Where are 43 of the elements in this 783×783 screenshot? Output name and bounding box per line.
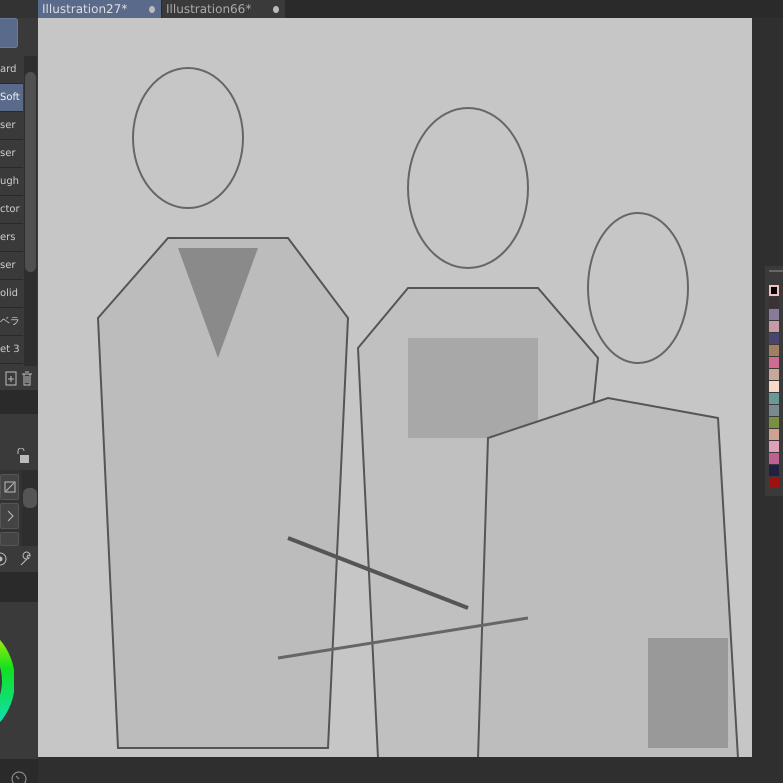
add-icon[interactable] <box>5 370 17 386</box>
brush-item[interactable]: ser <box>0 140 23 168</box>
brush-item[interactable]: et 3 <box>0 336 23 364</box>
lock-icon[interactable] <box>16 448 30 464</box>
panel-separator <box>0 390 38 414</box>
unsaved-dot-icon <box>273 6 279 12</box>
scrollbar[interactable] <box>22 470 38 546</box>
brush-item[interactable]: ers <box>0 224 23 252</box>
color-swatch[interactable] <box>769 464 779 476</box>
scrollbar[interactable] <box>24 56 37 366</box>
color-swatch[interactable] <box>769 308 779 320</box>
color-swatch[interactable] <box>769 476 779 488</box>
slash-icon <box>4 481 16 493</box>
color-swatch[interactable] <box>769 440 779 452</box>
color-swatch[interactable] <box>769 356 779 368</box>
color-swatch[interactable] <box>769 392 779 404</box>
trash-icon[interactable] <box>20 370 34 386</box>
tool-button[interactable] <box>0 474 19 500</box>
brush-item[interactable]: ser <box>0 252 23 280</box>
color-swatch[interactable] <box>769 332 779 344</box>
brush-item[interactable]: olid <box>0 280 23 308</box>
brush-item[interactable]: ugh <box>0 168 23 196</box>
chevron-right-icon <box>4 510 14 522</box>
unsaved-dot-icon <box>149 6 155 12</box>
document-tab[interactable]: Illustration27* <box>38 0 161 18</box>
color-swatch[interactable] <box>769 284 779 296</box>
color-swatch[interactable] <box>769 428 779 440</box>
color-swatch[interactable] <box>769 404 779 416</box>
color-swatch[interactable] <box>769 296 779 308</box>
brush-item[interactable]: ベラ <box>0 308 23 336</box>
clock-icon[interactable] <box>11 769 27 783</box>
brush-item[interactable]: ctor <box>0 196 23 224</box>
color-swatch[interactable] <box>769 320 779 332</box>
panel-separator <box>0 572 38 602</box>
color-swatch[interactable] <box>769 452 779 464</box>
brush-item[interactable]: Soft <box>0 84 23 112</box>
tool-button[interactable] <box>0 503 19 529</box>
color-swatch[interactable] <box>769 380 779 392</box>
brush-item[interactable]: ser <box>0 112 23 140</box>
color-swatch[interactable] <box>769 416 779 428</box>
color-swatch[interactable] <box>769 344 779 356</box>
color-swatch[interactable] <box>769 368 779 380</box>
document-tab[interactable]: Illustration66* <box>162 0 285 18</box>
